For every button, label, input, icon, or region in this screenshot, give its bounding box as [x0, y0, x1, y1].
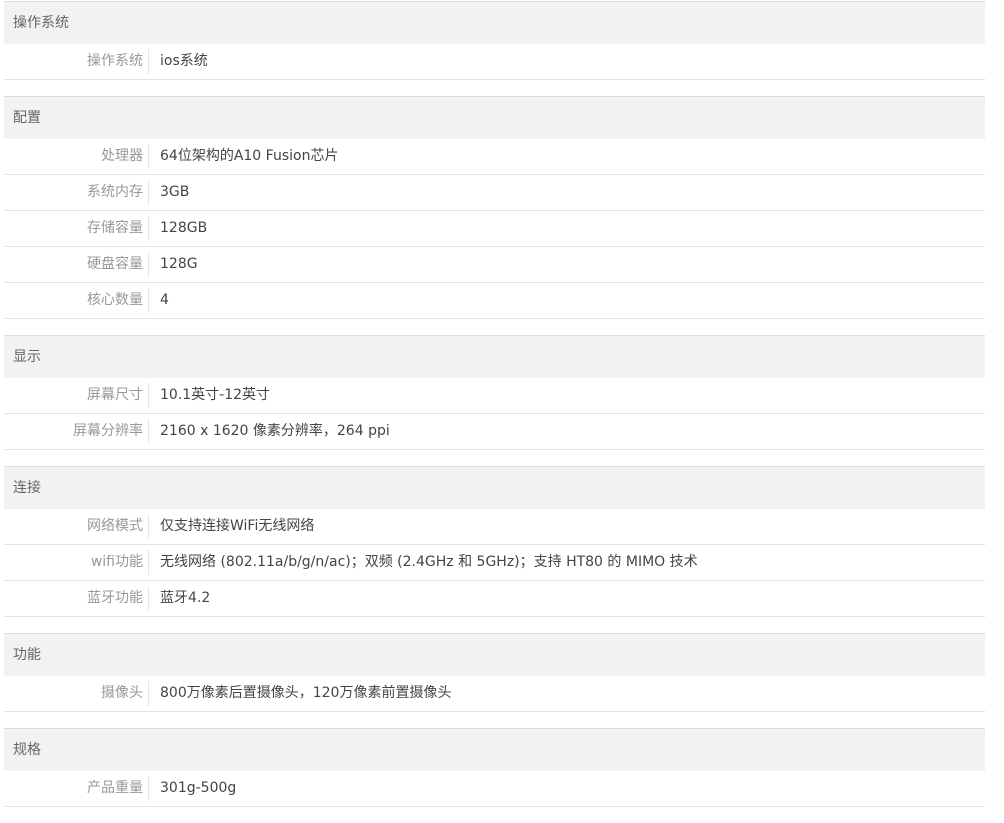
spec-row: 处理器 64位架构的A10 Fusion芯片	[4, 139, 985, 175]
spec-row: 系统内存 3GB	[4, 175, 985, 211]
spec-value: 仅支持连接WiFi无线网络	[160, 518, 315, 534]
spec-label: 屏幕尺寸	[4, 383, 149, 408]
spec-label: 网络模式	[4, 514, 149, 539]
spec-label: 存储容量	[4, 216, 149, 241]
spec-label: 系统内存	[4, 180, 149, 205]
section-title: 连接	[4, 467, 985, 509]
spec-label: 核心数量	[4, 288, 149, 313]
spec-row: 核心数量 4	[4, 283, 985, 319]
spec-label: 处理器	[4, 144, 149, 169]
spec-row: 摄像头 800万像素后置摄像头，120万像素前置摄像头	[4, 676, 985, 712]
spec-row: wifi功能 无线网络 (802.11a/b/g/n/ac)；双频 (2.4GH…	[4, 545, 985, 581]
spec-row: 屏幕分辨率 2160 x 1620 像素分辨率，264 ppi	[4, 414, 985, 450]
spec-value: 2160 x 1620 像素分辨率，264 ppi	[160, 423, 390, 439]
spec-section-specs: 规格 产品重量 301g-500g	[4, 728, 985, 807]
spec-row: 蓝牙功能 蓝牙4.2	[4, 581, 985, 617]
spec-value: 4	[160, 292, 169, 308]
spec-section-os: 操作系统 操作系统 ios系统	[4, 1, 985, 80]
section-title: 配置	[4, 97, 985, 139]
spec-row: 屏幕尺寸 10.1英寸-12英寸	[4, 378, 985, 414]
spec-label: 屏幕分辨率	[4, 419, 149, 444]
spec-value: 128G	[160, 256, 198, 272]
spec-row: 存储容量 128GB	[4, 211, 985, 247]
section-title: 操作系统	[4, 2, 985, 44]
spec-label: 摄像头	[4, 681, 149, 706]
spec-value: 64位架构的A10 Fusion芯片	[160, 148, 339, 164]
spec-section-connectivity: 连接 网络模式 仅支持连接WiFi无线网络 wifi功能 无线网络 (802.1…	[4, 466, 985, 617]
section-title: 功能	[4, 634, 985, 676]
spec-table: 操作系统 操作系统 ios系统 配置 处理器 64位架构的A10 Fusion芯…	[4, 1, 985, 823]
spec-value: ios系统	[160, 53, 208, 69]
spec-value: 无线网络 (802.11a/b/g/n/ac)；双频 (2.4GHz 和 5GH…	[160, 554, 698, 570]
spec-section-display: 显示 屏幕尺寸 10.1英寸-12英寸 屏幕分辨率 2160 x 1620 像素…	[4, 335, 985, 450]
spec-row: 网络模式 仅支持连接WiFi无线网络	[4, 509, 985, 545]
section-title: 显示	[4, 336, 985, 378]
spec-value: 10.1英寸-12英寸	[160, 387, 271, 403]
spec-label: 硬盘容量	[4, 252, 149, 277]
spec-label: 蓝牙功能	[4, 586, 149, 611]
spec-section-features: 功能 摄像头 800万像素后置摄像头，120万像素前置摄像头	[4, 633, 985, 712]
spec-row: 硬盘容量 128G	[4, 247, 985, 283]
spec-label: wifi功能	[4, 550, 149, 575]
spec-value: 301g-500g	[160, 780, 237, 796]
spec-section-config: 配置 处理器 64位架构的A10 Fusion芯片 系统内存 3GB 存储容量 …	[4, 96, 985, 319]
spec-label: 产品重量	[4, 776, 149, 801]
spec-value: 蓝牙4.2	[160, 590, 211, 606]
spec-label: 操作系统	[4, 49, 149, 74]
spec-row: 操作系统 ios系统	[4, 44, 985, 80]
spec-value: 128GB	[160, 220, 208, 236]
spec-value: 3GB	[160, 184, 190, 200]
section-title: 规格	[4, 729, 985, 771]
spec-row: 产品重量 301g-500g	[4, 771, 985, 807]
spec-value: 800万像素后置摄像头，120万像素前置摄像头	[160, 685, 452, 701]
